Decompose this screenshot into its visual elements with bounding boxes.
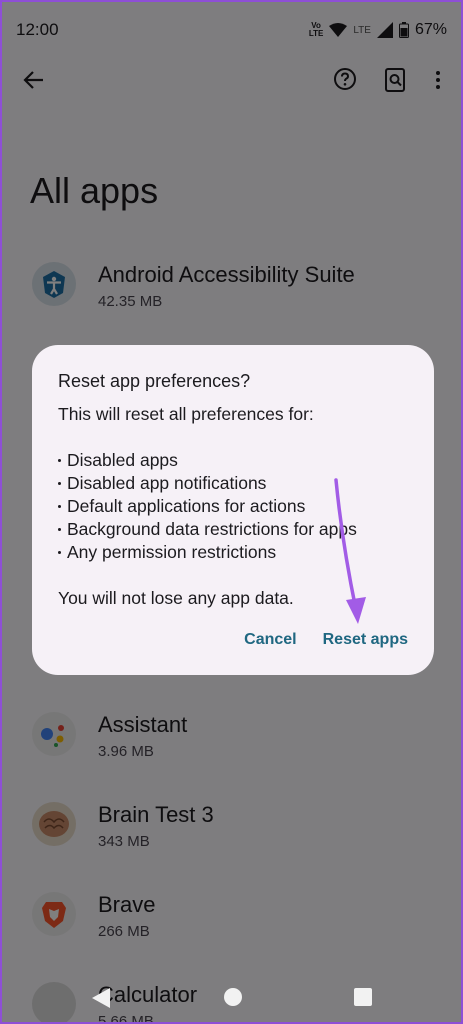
dialog-body: This will reset all preferences for: Dis… xyxy=(58,403,357,610)
nav-home-icon[interactable] xyxy=(224,988,242,1006)
bullet-item: Any permission restrictions xyxy=(58,541,357,564)
nav-recents-icon[interactable] xyxy=(354,988,372,1006)
dialog-intro: This will reset all preferences for: xyxy=(58,404,314,424)
reset-apps-button[interactable]: Reset apps xyxy=(323,631,408,649)
annotation-arrow-icon xyxy=(334,478,366,624)
dialog-title: Reset app preferences? xyxy=(58,371,251,391)
dialog-note: You will not lose any app data. xyxy=(58,588,294,608)
bullet-item: Disabled app notifications xyxy=(58,472,357,495)
cancel-button[interactable]: Cancel xyxy=(244,631,296,649)
dialog-actions: Cancel Reset apps xyxy=(244,631,408,649)
nav-back-icon[interactable] xyxy=(90,986,112,1010)
bullet-item: Background data restrictions for apps xyxy=(58,518,357,541)
screen: 12:00 Vo LTE LTE 67% xyxy=(0,0,463,1024)
nav-bar xyxy=(2,970,461,1022)
dialog-bullet-list: Disabled apps Disabled app notifications… xyxy=(58,449,357,564)
bullet-item: Default applications for actions xyxy=(58,495,357,518)
reset-preferences-dialog: Reset app preferences? This will reset a… xyxy=(32,345,434,675)
bullet-item: Disabled apps xyxy=(58,449,357,472)
